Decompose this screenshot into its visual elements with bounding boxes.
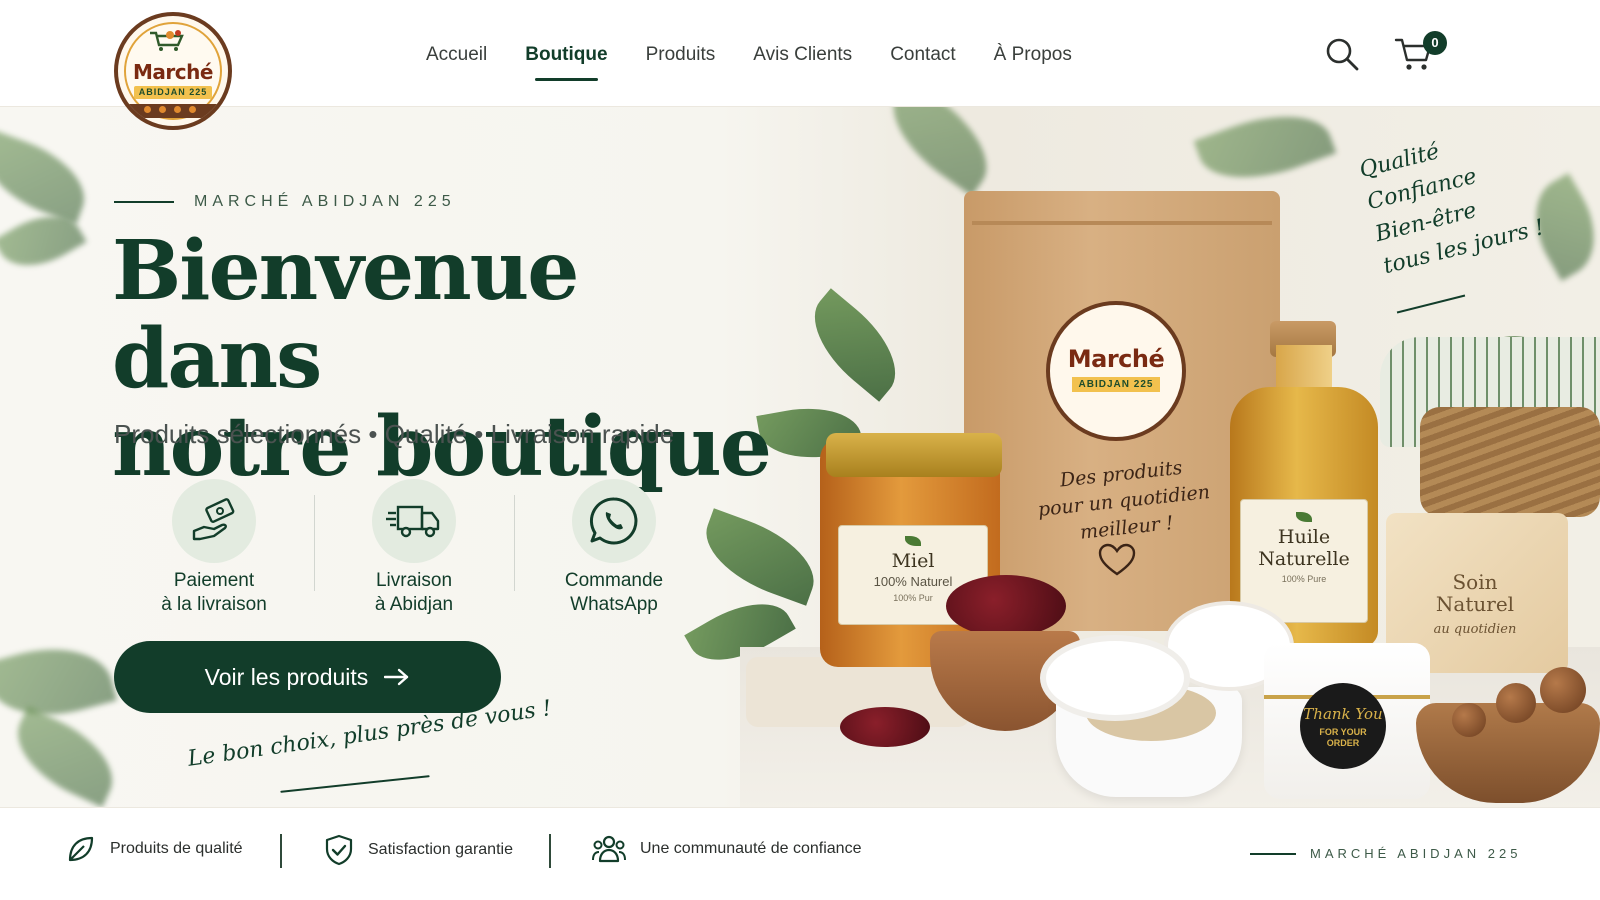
trust-label: Une communauté de confiance <box>640 840 862 857</box>
hero-section: MARCHÉ ABIDJAN 225 Bienvenue dans notre … <box>0 107 1600 807</box>
hero-subtitle: Produits sélectionnés • Qualité • Livrai… <box>114 419 675 449</box>
pouch-logo: Marché ABIDJAN 225 <box>1046 301 1186 441</box>
leaf-decoration <box>2 706 128 807</box>
honey-name: Miel <box>891 550 935 572</box>
nut <box>1452 703 1486 737</box>
soap-script: au quotidien <box>1433 622 1517 637</box>
search-button[interactable] <box>1324 36 1360 72</box>
woven-basket <box>1420 407 1600 517</box>
quality-promise-script: Qualité Confiance Bien-être tous les jou… <box>1356 115 1548 283</box>
heart-icon <box>1098 543 1136 576</box>
trust-item-community: Une communauté de confiance <box>592 834 861 864</box>
logo-produce-icons <box>144 106 196 113</box>
nav-boutique[interactable]: Boutique <box>525 44 608 81</box>
feature-label-line-1: Paiement <box>173 570 255 591</box>
feature-delivery-abidjan: Livraison à Abidjan <box>314 479 514 617</box>
thank-you-script: Thank You <box>1303 705 1383 723</box>
trust-bar: Produits de qualité Satisfaction garanti… <box>0 807 1600 900</box>
divider <box>549 834 551 868</box>
leaf-decoration <box>873 107 1007 196</box>
promise-underline <box>1396 294 1466 314</box>
arrow-right-icon <box>384 668 409 686</box>
delivery-truck-icon <box>386 505 440 538</box>
feature-list: Paiement à la livraison Livraison à Abid… <box>114 479 714 617</box>
site-logo[interactable]: Marché ABIDJAN 225 <box>114 12 232 130</box>
hero-eyebrow-text: MARCHÉ ABIDJAN 225 <box>194 193 456 210</box>
nav-accueil[interactable]: Accueil <box>426 44 487 66</box>
hero-eyebrow: MARCHÉ ABIDJAN 225 <box>114 193 456 211</box>
trust-label: Produits de qualité <box>110 840 243 857</box>
trust-label: Satisfaction garantie <box>368 841 513 858</box>
hero-title-line-1: Bienvenue dans <box>112 223 579 407</box>
oil-name-line-1: Huile <box>1277 526 1331 548</box>
search-icon <box>1326 38 1359 71</box>
cash-hand-icon <box>192 498 235 541</box>
nav-contact[interactable]: Contact <box>890 44 955 66</box>
main-nav: Accueil Boutique Produits Avis Clients C… <box>426 44 1110 81</box>
feature-label-line-2: à Abidjan <box>374 594 454 615</box>
feature-label-line-2: à la livraison <box>161 594 267 615</box>
honey-jar-lid <box>826 433 1002 477</box>
tagline-underline <box>280 775 430 793</box>
trust-item-satisfaction: Satisfaction garantie <box>324 834 513 866</box>
soap-line-1: Soin <box>1452 570 1498 594</box>
pouch-logo-wordmark: Marché <box>1067 345 1165 373</box>
cart-icon <box>150 30 184 51</box>
leaf-icon <box>1296 512 1312 522</box>
loose-hibiscus <box>840 707 930 747</box>
thank-you-line-1: FOR YOUR <box>1319 727 1367 737</box>
feature-label-line-1: Livraison <box>375 570 453 591</box>
dried-hibiscus <box>946 575 1066 637</box>
feature-label-line-1: Commande <box>564 570 664 591</box>
leaf-icon <box>905 536 921 546</box>
trust-item-quality: Produits de qualité <box>66 834 243 864</box>
whatsapp-icon <box>589 497 638 545</box>
nut <box>1496 683 1536 723</box>
nav-a-propos[interactable]: À Propos <box>994 44 1072 66</box>
thank-you-sticker: Thank You FOR YOUR ORDER <box>1300 683 1386 769</box>
leaf-decoration <box>0 632 118 732</box>
community-icon <box>592 835 626 863</box>
footer-brand-text: MARCHÉ ABIDJAN 225 <box>1310 846 1522 861</box>
site-header: Accueil Boutique Produits Avis Clients C… <box>0 0 1600 107</box>
feature-label-line-2: WhatsApp <box>570 594 658 615</box>
oil-name-line-2: Naturelle <box>1258 548 1350 570</box>
pouch-slogan: Des produits pour un quotidien meilleur … <box>1020 451 1227 552</box>
view-products-label: Voir les produits <box>204 663 369 690</box>
oil-label: Huile Naturelle 100% Pure <box>1240 499 1368 623</box>
footer-brand: MARCHÉ ABIDJAN 225 <box>1250 846 1521 861</box>
soap-line-2: Naturel <box>1435 592 1515 616</box>
shield-check-icon <box>325 834 353 866</box>
cream-jar-lid-front <box>1040 635 1190 721</box>
cart-count-badge: 0 <box>1423 31 1447 55</box>
logo-wordmark: Marché <box>133 60 213 84</box>
soap-label: Soin Naturel au quotidien <box>1400 571 1550 641</box>
nav-avis-clients[interactable]: Avis Clients <box>753 44 852 66</box>
nav-produits[interactable]: Produits <box>646 44 716 66</box>
view-products-button[interactable]: Voir les produits <box>114 641 501 713</box>
hero-title: Bienvenue dans notre boutique <box>112 227 812 491</box>
divider <box>280 834 282 868</box>
feature-whatsapp-order: Commande WhatsApp <box>514 479 714 617</box>
pouch-logo-subtitle: ABIDJAN 225 <box>1072 377 1160 392</box>
feature-cash-on-delivery: Paiement à la livraison <box>114 479 314 617</box>
leaf-icon <box>68 836 94 862</box>
leaf-decoration <box>0 129 97 225</box>
thank-you-line-2: ORDER <box>1326 738 1360 748</box>
oil-tiny: 100% Pure <box>1281 574 1327 584</box>
leaf-decoration <box>1193 107 1337 198</box>
nut <box>1540 667 1586 713</box>
logo-subtitle: ABIDJAN 225 <box>134 86 212 99</box>
leaf-decoration <box>794 288 916 402</box>
